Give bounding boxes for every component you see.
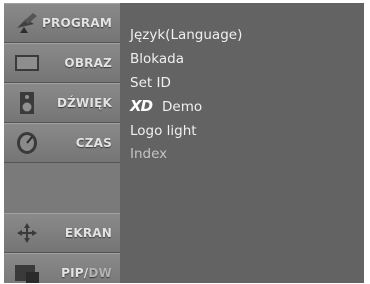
sidebar-item-ekran[interactable]: EKRAN — [4, 213, 120, 253]
sidebar-item-label: CZAS — [75, 136, 112, 150]
pip-icon — [15, 265, 39, 283]
sidebar-item-program[interactable]: PROGRAM — [4, 3, 120, 43]
menu-item-language[interactable]: Język(Language) — [130, 27, 242, 43]
menu-item-xd-demo[interactable]: XD Demo — [130, 97, 202, 115]
menu-item-set-id[interactable]: Set ID — [130, 75, 171, 91]
clock-icon — [17, 132, 37, 154]
menu-item-label: Demo — [162, 99, 203, 115]
screen-adjust-icon — [17, 223, 37, 243]
menu-item-logo-light[interactable]: Logo light — [130, 123, 197, 139]
sidebar-item-label: PROGRAM — [42, 16, 112, 30]
menu-item-index[interactable]: Index — [130, 146, 167, 162]
sidebar-item-pip[interactable]: PIP/DW — [4, 253, 120, 283]
sidebar-item-dzwiek[interactable]: DŹWIĘK — [4, 83, 120, 123]
sidebar-spacer — [4, 163, 120, 213]
sidebar-item-label: PIP/DW — [61, 266, 112, 280]
submenu-panel: Język(Language) Blokada Set ID XD Demo Lo… — [120, 3, 364, 283]
sidebar-item-czas[interactable]: CZAS — [4, 123, 120, 163]
sidebar-item-obraz[interactable]: OBRAZ — [4, 43, 120, 83]
sidebar-item-label: EKRAN — [64, 226, 112, 240]
osd-menu: PROGRAM OBRAZ DŹWIĘK CZAS EKRAN PIP/DW J… — [4, 3, 364, 283]
picture-icon — [15, 55, 39, 71]
sidebar-item-label: OBRAZ — [64, 56, 112, 70]
xd-logo: XD — [130, 97, 153, 115]
sidebar: PROGRAM OBRAZ DŹWIĘK CZAS EKRAN PIP/DW — [4, 3, 120, 283]
satellite-dish-icon — [17, 13, 37, 33]
speaker-icon — [20, 92, 34, 114]
menu-item-blokada[interactable]: Blokada — [130, 51, 184, 67]
sidebar-item-label: DŹWIĘK — [56, 96, 112, 110]
